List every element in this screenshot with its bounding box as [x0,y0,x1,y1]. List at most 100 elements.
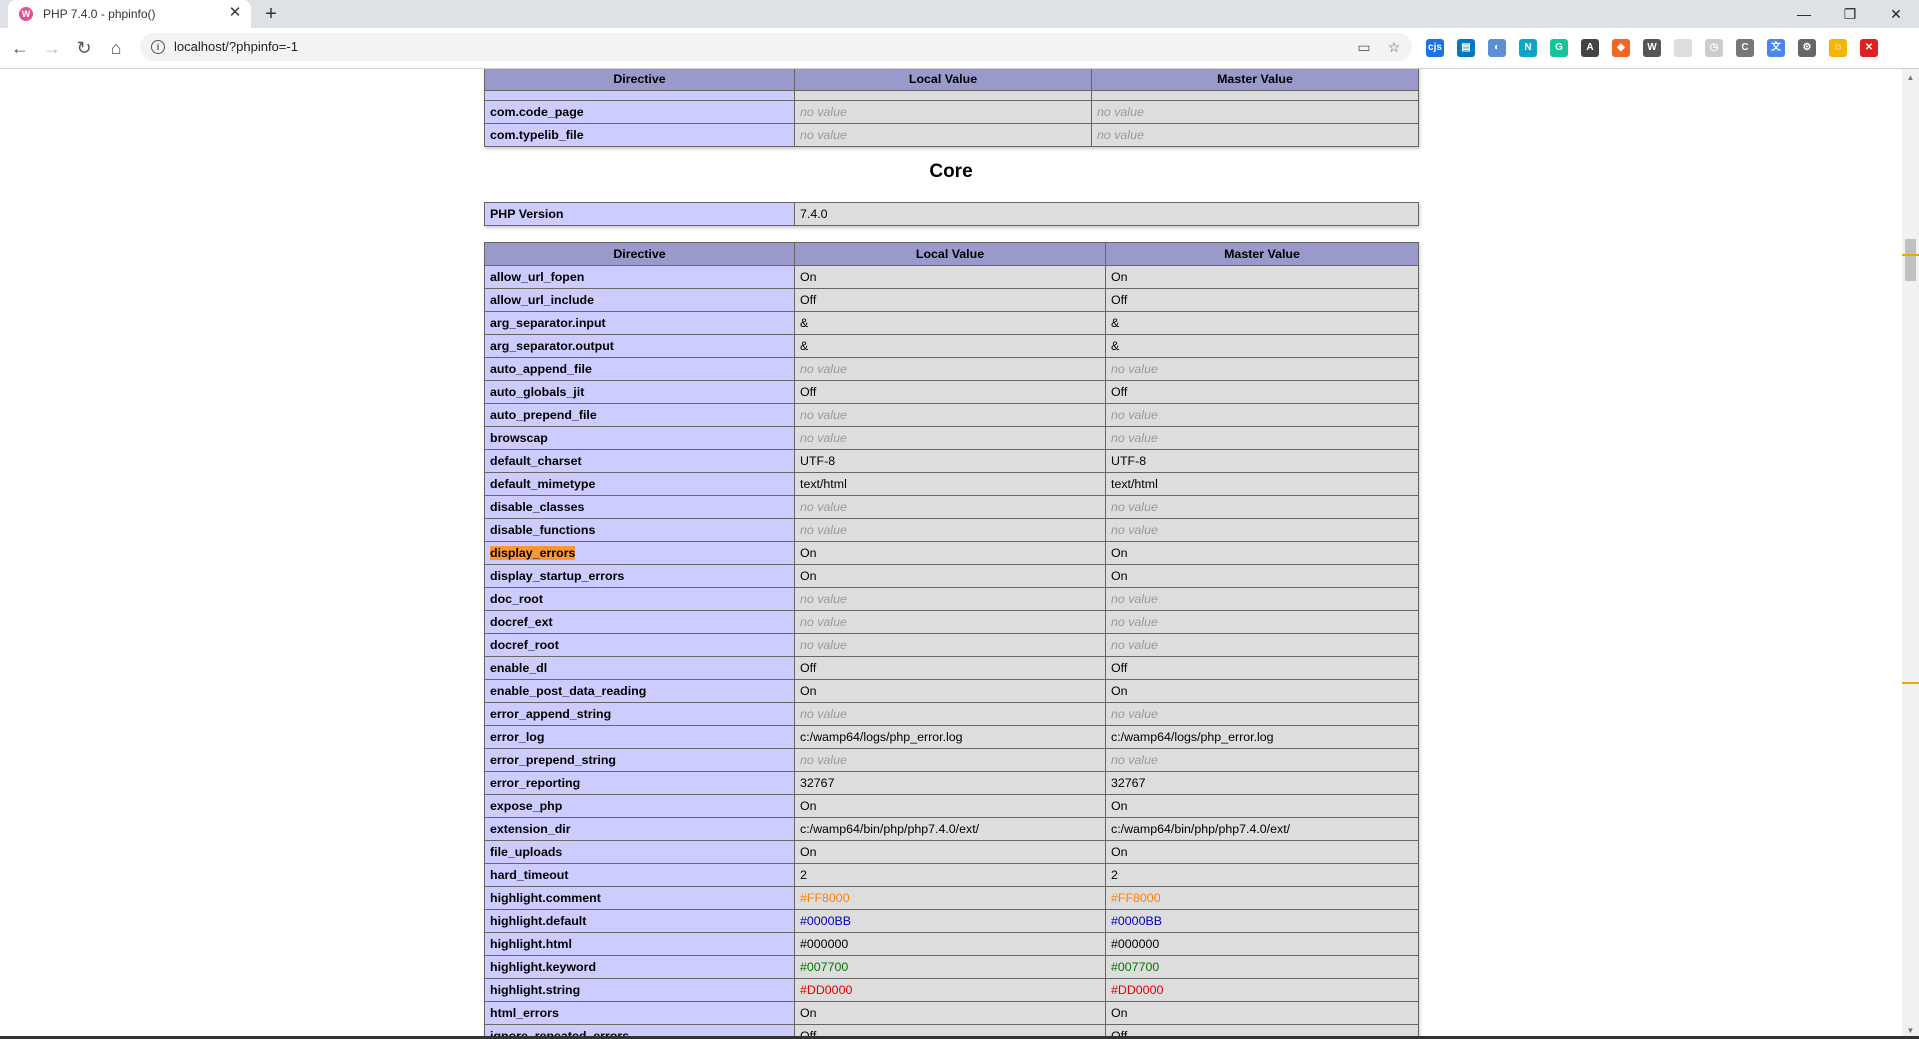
master-value: c:/wamp64/bin/php/php7.4.0/ext/ [1105,817,1419,841]
master-value: Off [1105,656,1419,680]
restore-icon[interactable]: ❐ [1827,0,1873,28]
master-value: no value [1105,403,1419,427]
directive-name: enable_dl [484,656,795,680]
directive-name: highlight.default [484,909,795,933]
window-close-icon[interactable]: ✕ [1873,0,1919,28]
local-value: no value [794,610,1106,634]
local-value: no value [794,123,1092,147]
minimize-icon[interactable]: — [1781,0,1827,28]
directive-name: default_mimetype [484,472,795,496]
table-cell-master [1091,90,1419,101]
directive-name: auto_prepend_file [484,403,795,427]
find-match-marker [1902,682,1919,684]
directive-name: com.code_page [484,100,795,124]
table-cell-directive [484,90,795,101]
local-value: #007700 [794,955,1106,979]
table-row: allow_url_fopen On On [484,265,1419,289]
master-value: no value [1105,633,1419,657]
directive-label: enable_dl [490,661,548,675]
table-row: highlight.comment #FF8000 #FF8000 [484,886,1419,910]
master-value: no value [1105,610,1419,634]
trello-icon[interactable]: ▤ [1457,39,1475,57]
scroll-up-icon[interactable]: ▲ [1902,69,1919,86]
section-title-core: Core [929,161,973,182]
table-header-row: Directive Local Value Master Value [484,69,1419,91]
scrollbar-thumb[interactable] [1905,239,1916,281]
reload-icon[interactable]: ↻ [72,36,96,60]
directive-name: error_reporting [484,771,795,795]
header-local-value: Local Value [794,69,1092,91]
directive-label: disable_classes [490,500,585,514]
directive-label: error_append_string [490,707,612,721]
master-value: #DD0000 [1105,978,1419,1002]
cjs-icon[interactable]: cjs [1426,39,1444,57]
clock-ext-icon[interactable]: ◷ [1705,39,1723,57]
notion-icon[interactable]: N [1519,39,1537,57]
info-icon[interactable]: i [151,40,165,54]
table-row: file_uploads On On [484,840,1419,864]
edge-icon[interactable]: ◐ [1488,39,1506,57]
table-row: arg_separator.input & & [484,311,1419,335]
directive-label: file_uploads [490,845,563,859]
local-value: no value [794,100,1092,124]
local-value: c:/wamp64/bin/php/php7.4.0/ext/ [794,817,1106,841]
table-row: enable_dl Off Off [484,656,1419,680]
wamp-icon: W [19,7,33,21]
local-value: #0000BB [794,909,1106,933]
table-row: default_charset UTF-8 UTF-8 [484,449,1419,473]
home-icon[interactable]: ⌂ [104,36,128,60]
directive-label: arg_separator.input [490,316,606,330]
master-value: On [1105,265,1419,289]
grammarly-icon[interactable]: G [1550,39,1568,57]
directive-label: default_charset [490,454,582,468]
wordpress-icon[interactable]: W [1643,39,1661,57]
php-version-value: 7.4.0 [794,202,1419,226]
local-value: On [794,1001,1106,1025]
back-icon[interactable]: ← [8,36,32,60]
url-text[interactable]: localhost/?phpinfo=-1 [174,39,298,54]
table-header-row: Directive Local Value Master Value [484,242,1419,266]
header-directive: Directive [484,69,795,91]
table-row: com.typelib_file no value no value [484,123,1419,147]
table-row: highlight.string #DD0000 #DD0000 [484,978,1419,1002]
sync-icon[interactable]: ◆ [1612,39,1630,57]
table-row: hard_timeout 2 2 [484,863,1419,887]
local-value: no value [794,495,1106,519]
directive-name: html_errors [484,1001,795,1025]
emoji-ext-icon[interactable]: ☺ [1829,39,1847,57]
table-row: auto_globals_jit Off Off [484,380,1419,404]
directive-name: default_charset [484,449,795,473]
master-value: no value [1091,123,1419,147]
table-row: display_startup_errors On On [484,564,1419,588]
local-value: 2 [794,863,1106,887]
header-master-value: Master Value [1091,69,1419,91]
close-icon[interactable]: ✕ [226,4,244,22]
header-local-value: Local Value [794,242,1106,266]
table-row: docref_root no value no value [484,633,1419,657]
address-bar[interactable]: i localhost/?phpinfo=-1 ▭ ☆ [140,33,1412,61]
directive-label: auto_append_file [490,362,592,376]
directive-name: hard_timeout [484,863,795,887]
local-value: no value [794,518,1106,542]
master-value: On [1105,564,1419,588]
angular-icon[interactable]: A [1581,39,1599,57]
table-row: error_log c:/wamp64/logs/php_error.log c:/… [484,725,1419,749]
local-value: c:/wamp64/logs/php_error.log [794,725,1106,749]
browser-tab[interactable]: W PHP 7.4.0 - phpinfo() ✕ [8,0,251,28]
cast-icon[interactable]: ▭ [1354,37,1374,57]
forward-icon[interactable]: → [40,36,64,60]
blank-ext-icon[interactable] [1674,39,1692,57]
directive-name: enable_post_data_reading [484,679,795,703]
directive-name: disable_classes [484,495,795,519]
directive-label: highlight.default [490,914,587,928]
new-tab-button[interactable]: + [259,2,283,26]
vertical-scrollbar[interactable]: ▲ ▼ [1902,69,1919,1039]
settings-ext-icon[interactable]: ⚙ [1798,39,1816,57]
translate-icon[interactable]: 文 [1767,39,1785,57]
stop-ext-icon[interactable]: ✕ [1860,39,1878,57]
code-ext-icon[interactable]: C [1736,39,1754,57]
directive-name: highlight.comment [484,886,795,910]
directive-label: docref_root [490,638,559,652]
star-icon[interactable]: ☆ [1384,37,1404,57]
directive-label: error_prepend_string [490,753,617,767]
